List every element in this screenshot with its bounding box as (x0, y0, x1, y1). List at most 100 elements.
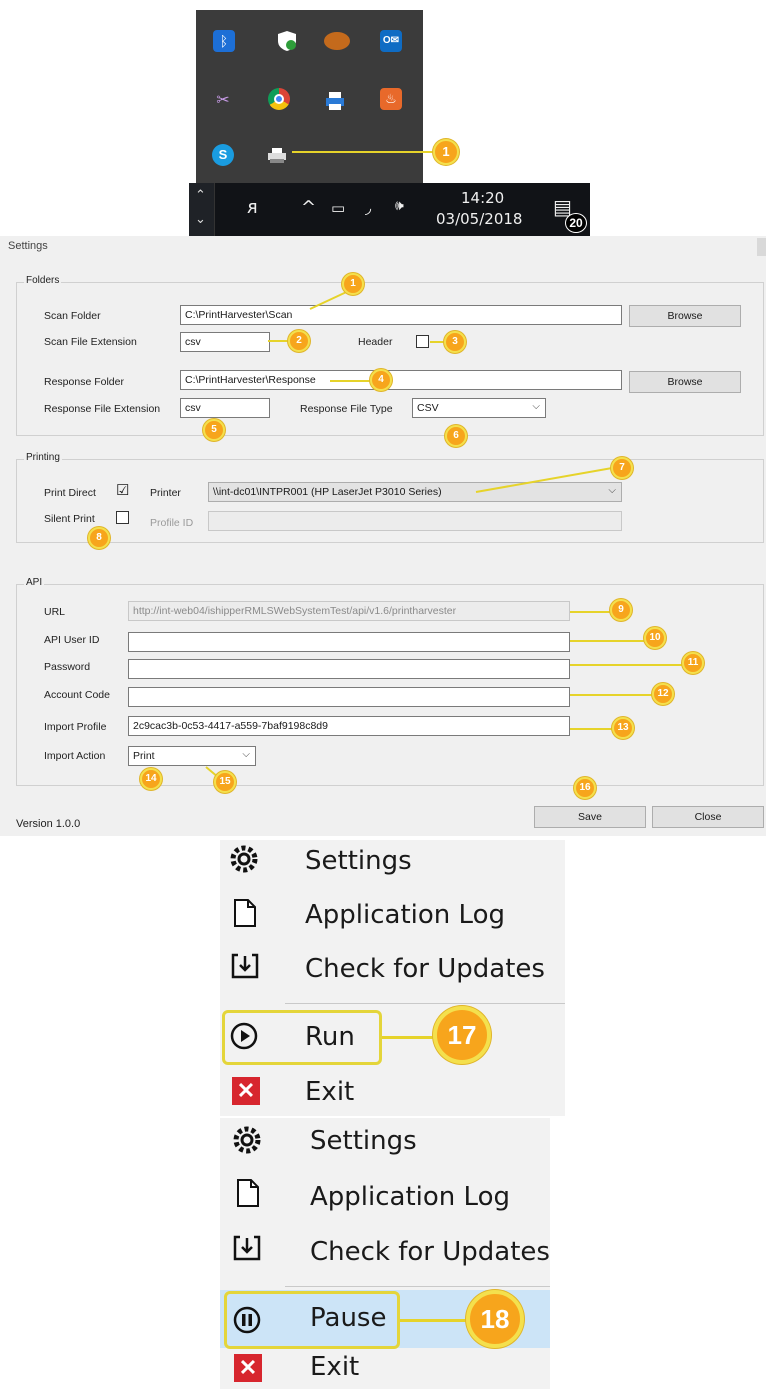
taskbar-scroll[interactable]: ⌃ ⌄ (189, 183, 215, 236)
callout-badge: 18 (466, 1290, 524, 1348)
import-action-dropdown[interactable]: Print ⌵ (128, 746, 256, 766)
outlook-icon[interactable]: O✉ (380, 30, 402, 52)
bluetooth-icon[interactable]: ᛒ (213, 30, 235, 52)
response-ext-label: Response File Extension (44, 403, 161, 415)
response-ext-input[interactable]: csv (180, 398, 270, 418)
url-input: http://int-web04/ishipperRMLSWebSystemTe… (128, 601, 570, 621)
chevron-down-icon: ⌵ (242, 749, 250, 760)
menu-item-application-log[interactable]: Application Log (305, 900, 505, 930)
menu-item-run[interactable]: Run (305, 1022, 355, 1052)
version-label: Version 1.0.0 (16, 818, 81, 830)
callout-badge: 9 (610, 599, 632, 621)
profile-id-input (208, 511, 622, 531)
document-icon (235, 1178, 263, 1207)
callout-badge: 11 (682, 652, 704, 674)
import-profile-input[interactable]: 2c9cac3b-0c53-4417-a559-7baf9198c8d9 (128, 716, 570, 736)
callout-leader (570, 664, 684, 666)
skype-icon[interactable]: S (212, 144, 234, 166)
callout-badge: 1 (433, 139, 459, 165)
response-type-label: Response File Type (300, 403, 393, 415)
clock-date[interactable]: 03/05/2018 (436, 210, 522, 228)
menu-item-settings[interactable]: Settings (310, 1126, 417, 1156)
api-user-id-label: API User ID (44, 634, 100, 646)
callout-badge: 2 (288, 330, 310, 352)
password-label: Password (44, 661, 91, 673)
api-group-label: API (24, 577, 45, 588)
api-user-id-input[interactable] (128, 632, 570, 652)
header-checkbox[interactable] (416, 335, 429, 348)
callout-badge: 16 (574, 777, 596, 799)
silent-print-label: Silent Print (44, 513, 95, 525)
menu-item-exit[interactable]: Exit (310, 1352, 359, 1382)
exit-icon: ✕ (234, 1354, 262, 1382)
tray-overflow-panel: ᛒ O✉ ✂ ♨ S (196, 10, 423, 183)
volume-icon[interactable]: 🕪 (395, 198, 404, 214)
menu-item-settings[interactable]: Settings (305, 846, 412, 876)
silent-print-checkbox[interactable] (116, 511, 129, 524)
print-direct-label: Print Direct (44, 487, 96, 499)
chevron-down-icon: ⌵ (532, 401, 540, 412)
check-updates-icon (230, 952, 259, 980)
menu-separator (285, 1003, 565, 1004)
windows-security-icon[interactable] (276, 30, 298, 52)
print-direct-checkbox[interactable]: ☑ (116, 483, 129, 498)
account-code-label: Account Code (44, 689, 110, 701)
printharvester-icon[interactable] (266, 146, 288, 168)
url-label: URL (44, 606, 66, 618)
callout-badge: 13 (612, 717, 634, 739)
callout-leader (268, 340, 290, 342)
callout-leader (382, 1036, 434, 1039)
callout-badge: 12 (652, 683, 674, 705)
wifi-icon[interactable]: ◞ (365, 198, 371, 217)
menu-item-check-updates[interactable]: Check for Updates (310, 1237, 550, 1267)
java-icon[interactable]: ♨ (380, 88, 402, 110)
response-folder-input[interactable]: C:\PrintHarvester\Response (180, 370, 622, 390)
chevron-down-icon: ⌵ (608, 485, 616, 496)
scan-ext-input[interactable]: csv (180, 332, 270, 352)
scan-folder-input[interactable]: C:\PrintHarvester\Scan (180, 305, 622, 325)
callout-leader (330, 380, 372, 382)
exit-icon: ✕ (232, 1077, 260, 1105)
scan-browse-button[interactable]: Browse (629, 305, 741, 327)
printing-group-label: Printing (24, 452, 62, 463)
response-browse-button[interactable]: Browse (629, 371, 741, 393)
menu-item-check-updates[interactable]: Check for Updates (305, 954, 545, 984)
menu-item-exit[interactable]: Exit (305, 1077, 354, 1107)
callout-leader (570, 640, 646, 642)
printer-value: \\int-dc01\INTPR001 (HP LaserJet P3010 S… (213, 486, 442, 498)
window-scrollbar[interactable] (757, 238, 766, 256)
response-folder-label: Response Folder (44, 376, 124, 388)
account-code-input[interactable] (128, 687, 570, 707)
menu-separator (285, 1286, 550, 1287)
header-label: Header (358, 336, 393, 348)
battery-icon[interactable]: ▭ (331, 199, 345, 217)
orange-app-icon[interactable] (324, 32, 350, 50)
printer-icon[interactable] (324, 90, 346, 112)
clock-time[interactable]: 14:20 (461, 189, 504, 207)
callout-badge: 5 (203, 419, 225, 441)
chevron-up-icon[interactable]: ^ (301, 197, 316, 218)
callout-badge: 1 (342, 273, 364, 295)
printer-dropdown[interactable]: \\int-dc01\INTPR001 (HP LaserJet P3010 S… (208, 482, 622, 502)
response-type-dropdown[interactable]: CSV ⌵ (412, 398, 546, 418)
import-action-label: Import Action (44, 750, 106, 762)
pause-icon (233, 1306, 261, 1334)
menu-item-application-log[interactable]: Application Log (310, 1182, 510, 1212)
menu-item-pause[interactable]: Pause (310, 1303, 386, 1333)
people-icon[interactable]: ᴙ (247, 197, 258, 218)
save-button[interactable]: Save (534, 806, 646, 828)
callout-leader (292, 151, 434, 153)
callout-badge: 15 (214, 771, 236, 793)
folders-group-label: Folders (24, 275, 62, 286)
onenote-clip-icon[interactable]: ✂ (212, 90, 234, 112)
callout-badge: 6 (445, 425, 467, 447)
scan-ext-label: Scan File Extension (44, 336, 137, 348)
close-button[interactable]: Close (652, 806, 764, 828)
chrome-icon[interactable] (268, 88, 290, 110)
profile-id-label: Profile ID (150, 517, 194, 529)
notification-count: 20 (565, 213, 587, 233)
response-type-value: CSV (417, 402, 439, 414)
password-input[interactable] (128, 659, 570, 679)
settings-gear-icon (233, 1126, 261, 1154)
callout-badge: 3 (444, 331, 466, 353)
